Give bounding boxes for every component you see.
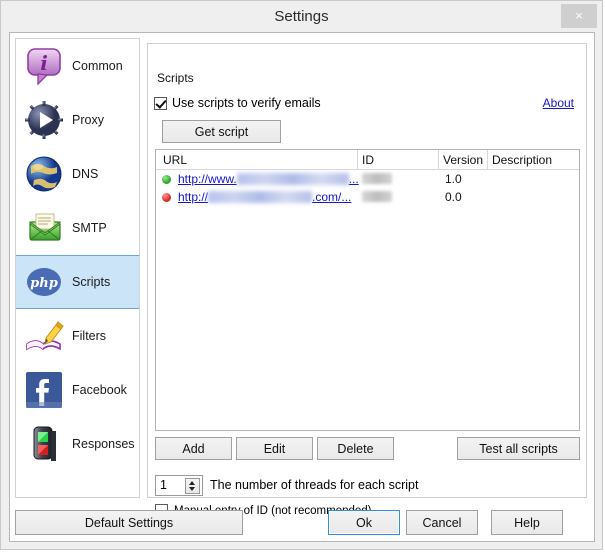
url-suffix: ...: [348, 172, 359, 186]
dialog-client-area: i Common Proxy DNS SMTP php Scripts Filt…: [9, 32, 595, 542]
default-settings-button[interactable]: Default Settings: [15, 510, 243, 535]
column-header-description[interactable]: Description: [487, 150, 582, 169]
table-row[interactable]: http://www.... 1.0: [156, 170, 579, 188]
checkbox-box[interactable]: [154, 96, 167, 110]
url-mid: .com/: [312, 190, 342, 204]
column-header-label: ID: [362, 153, 374, 167]
title-bar: Settings ×: [1, 1, 602, 32]
test-all-scripts-button[interactable]: Test all scripts: [457, 437, 580, 460]
delete-button[interactable]: Delete: [317, 437, 394, 460]
script-url-link[interactable]: http:// .com/...: [178, 188, 351, 206]
sidebar-item-label: DNS: [72, 167, 99, 181]
sidebar-item-label: Filters: [72, 329, 107, 343]
svg-text:i: i: [40, 51, 48, 75]
sidebar-item-facebook[interactable]: Facebook: [16, 363, 139, 417]
sidebar-item-responses[interactable]: Responses: [16, 417, 139, 471]
script-version: 1.0: [445, 172, 462, 186]
url-redacted: [208, 191, 313, 203]
column-header-id[interactable]: ID: [357, 150, 442, 169]
column-header-url[interactable]: URL: [158, 153, 361, 169]
php-icon: php: [22, 260, 66, 304]
url-redacted: [236, 173, 349, 185]
threads-stepper[interactable]: 1: [155, 475, 203, 496]
proxy-badge-icon: [22, 98, 66, 142]
sidebar-item-label: Scripts: [72, 275, 111, 289]
script-id-redacted: [362, 173, 392, 184]
window-title: Settings: [274, 8, 329, 25]
table-header-row: URL ID Version Description: [156, 150, 579, 170]
sidebar-item-scripts[interactable]: php Scripts: [16, 255, 139, 309]
chevron-up-icon[interactable]: [189, 481, 195, 485]
close-icon[interactable]: ×: [561, 4, 597, 28]
sidebar-item-label: SMTP: [72, 221, 107, 235]
envelope-icon: [22, 206, 66, 250]
status-dot-icon: [162, 193, 171, 202]
script-id-redacted: [362, 191, 392, 202]
help-button[interactable]: Help: [491, 510, 563, 535]
about-link[interactable]: About: [543, 96, 574, 110]
column-divider: [438, 150, 439, 169]
stepper-arrows-icon[interactable]: [185, 478, 200, 494]
sidebar-item-common[interactable]: i Common: [16, 39, 139, 93]
info-bubble-icon: i: [22, 44, 66, 88]
threads-label: The number of threads for each script: [210, 478, 419, 492]
ok-button[interactable]: Ok: [328, 510, 400, 535]
scripts-table[interactable]: URL ID Version Description http://www...…: [155, 149, 580, 431]
use-scripts-checkbox[interactable]: Use scripts to verify emails: [154, 96, 321, 110]
script-url-link[interactable]: http://www....: [178, 170, 359, 188]
column-header-version[interactable]: Version: [438, 150, 491, 169]
column-divider: [487, 150, 488, 169]
sidebar-item-label: Facebook: [72, 383, 127, 397]
table-row[interactable]: http:// .com/... 0.0: [156, 188, 579, 206]
url-prefix: http://www.: [178, 172, 237, 186]
settings-sidebar: i Common Proxy DNS SMTP php Scripts Filt…: [15, 38, 140, 498]
column-divider: [357, 150, 358, 169]
settings-window: Settings × i Common Proxy DNS SMTP php S…: [0, 0, 603, 550]
traffic-light-icon: [22, 422, 66, 466]
sidebar-item-label: Responses: [72, 437, 135, 451]
column-header-label: URL: [163, 153, 188, 167]
cancel-button[interactable]: Cancel: [406, 510, 478, 535]
globe-icon: [22, 152, 66, 196]
column-header-label: Version: [443, 153, 484, 167]
edit-button[interactable]: Edit: [236, 437, 313, 460]
url-prefix: http://: [178, 190, 209, 204]
url-suffix: ...: [341, 190, 352, 204]
threads-value[interactable]: 1: [160, 478, 167, 492]
add-button[interactable]: Add: [155, 437, 232, 460]
sidebar-item-label: Proxy: [72, 113, 104, 127]
book-pencil-icon: [22, 314, 66, 358]
sidebar-item-label: Common: [72, 59, 123, 73]
use-scripts-label: Use scripts to verify emails: [172, 96, 321, 110]
sidebar-item-filters[interactable]: Filters: [16, 309, 139, 363]
get-script-button[interactable]: Get script: [162, 120, 281, 143]
scripts-group-title: Scripts: [153, 71, 198, 85]
sidebar-item-smtp[interactable]: SMTP: [16, 201, 139, 255]
chevron-down-icon[interactable]: [189, 487, 195, 491]
script-version: 0.0: [445, 190, 462, 204]
status-dot-icon: [162, 175, 171, 184]
facebook-icon: [22, 368, 66, 412]
sidebar-item-dns[interactable]: DNS: [16, 147, 139, 201]
sidebar-item-proxy[interactable]: Proxy: [16, 93, 139, 147]
svg-text:php: php: [30, 276, 58, 291]
column-header-label: Description: [492, 153, 553, 167]
